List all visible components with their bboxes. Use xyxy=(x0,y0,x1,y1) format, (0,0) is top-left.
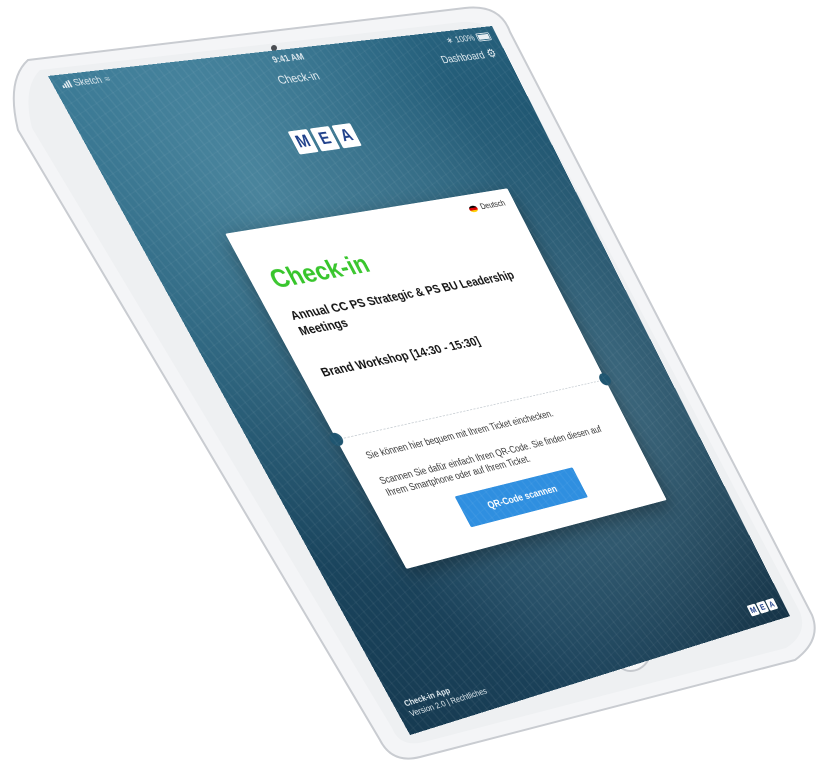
ticket-notch-left xyxy=(327,431,346,448)
german-flag-icon xyxy=(467,204,480,213)
battery-percent: 100% xyxy=(453,32,477,45)
mea-logo-small: M E A xyxy=(746,597,779,617)
ipad-device: Sketch ≈ 9:41 AM ∗ 100% Check-in Dashboa… xyxy=(0,0,817,771)
status-right: ∗ 100% xyxy=(444,31,493,46)
mea-logo: M E A xyxy=(287,123,362,155)
check-in-card: Deutsch Check-in Annual CC PS Strategic … xyxy=(225,188,667,569)
footer: Check-in App Version 2.0 | Rechtliches xyxy=(402,676,489,719)
dashboard-label: Dashboard xyxy=(438,48,487,66)
language-label: Deutsch xyxy=(478,199,508,212)
ticket-notch-right xyxy=(596,372,614,387)
card-title: Check-in xyxy=(263,248,375,294)
language-selector[interactable]: Deutsch xyxy=(467,199,507,213)
